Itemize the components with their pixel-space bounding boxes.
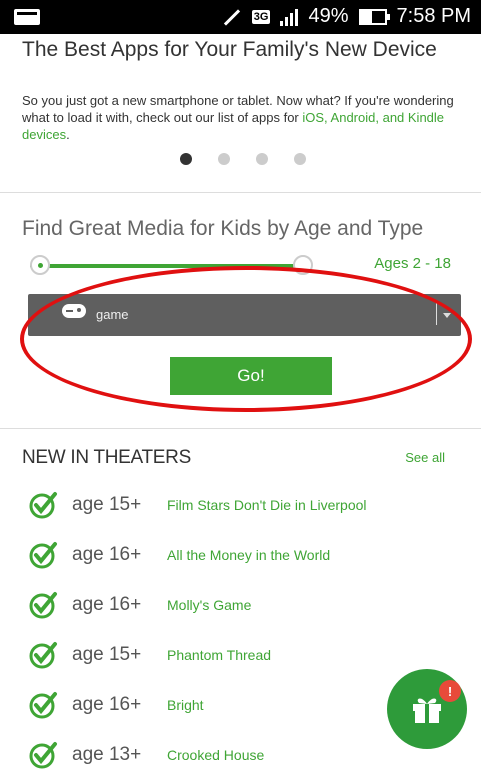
divider — [0, 192, 481, 193]
list-item[interactable]: age 13+ Crooked House — [22, 738, 462, 778]
list-item[interactable]: age 15+ Film Stars Don't Die in Liverpoo… — [22, 488, 462, 528]
go-button[interactable]: Go! — [170, 357, 332, 395]
carousel-dot[interactable] — [180, 153, 192, 165]
see-all-link[interactable]: See all — [405, 450, 445, 465]
gamepad-icon — [62, 304, 86, 318]
keyboard-icon — [14, 9, 40, 25]
carousel-dot[interactable] — [294, 153, 306, 165]
check-circle-icon — [29, 742, 57, 769]
list-item[interactable]: age 16+ Molly's Game — [22, 588, 462, 628]
check-circle-icon — [29, 692, 57, 719]
age-rating: age 16+ — [72, 544, 142, 565]
clock: 7:58 PM — [396, 5, 471, 27]
chevron-down-icon — [443, 313, 451, 318]
movie-title-link[interactable]: Phantom Thread — [167, 647, 271, 663]
list-item[interactable]: age 15+ Phantom Thread — [22, 638, 462, 678]
battery-icon — [358, 8, 390, 25]
section-title: NEW IN THEATERS — [22, 447, 191, 468]
media-type-select[interactable]: game — [28, 294, 461, 336]
check-circle-icon — [29, 592, 57, 619]
promo-title[interactable]: The Best Apps for Your Family's New Devi… — [22, 36, 462, 63]
age-slider-min-handle[interactable] — [30, 255, 50, 275]
movie-title-link[interactable]: Molly's Game — [167, 597, 251, 613]
movie-title-link[interactable]: Film Stars Don't Die in Liverpool — [167, 497, 367, 513]
carousel-dots — [180, 153, 306, 165]
check-circle-icon — [29, 542, 57, 569]
check-circle-icon — [29, 642, 57, 669]
mute-icon — [220, 6, 242, 28]
age-range-label: Ages 2 - 18 — [374, 255, 451, 272]
movie-title-link[interactable]: All the Money in the World — [167, 547, 330, 563]
age-slider-max-handle[interactable] — [293, 255, 313, 275]
age-rating: age 15+ — [72, 644, 142, 665]
battery-percent: 49% — [308, 5, 349, 27]
promo-description: So you just got a new smartphone or tabl… — [22, 92, 462, 143]
age-slider-track[interactable] — [30, 264, 300, 268]
notification-badge: ! — [439, 680, 461, 702]
check-circle-icon — [29, 492, 57, 519]
status-icons: 3G 49% 7:58 PM — [220, 5, 471, 28]
age-rating: age 15+ — [72, 494, 142, 515]
status-bar: 3G 49% 7:58 PM — [0, 0, 481, 34]
carousel-dot[interactable] — [256, 153, 268, 165]
signal-icon — [280, 8, 299, 26]
network-type-icon: 3G — [251, 9, 271, 24]
select-separator — [436, 303, 437, 325]
media-type-value: game — [96, 307, 129, 322]
finder-title: Find Great Media for Kids by Age and Typ… — [22, 217, 424, 240]
gift-icon — [413, 698, 441, 723]
movie-title-link[interactable]: Crooked House — [167, 747, 264, 763]
carousel-dot[interactable] — [218, 153, 230, 165]
age-rating: age 13+ — [72, 744, 142, 765]
age-rating: age 16+ — [72, 694, 142, 715]
age-rating: age 16+ — [72, 594, 142, 615]
movie-title-link[interactable]: Bright — [167, 697, 204, 713]
promo-text-end: . — [66, 127, 70, 142]
list-item[interactable]: age 16+ All the Money in the World — [22, 538, 462, 578]
divider — [0, 428, 481, 429]
